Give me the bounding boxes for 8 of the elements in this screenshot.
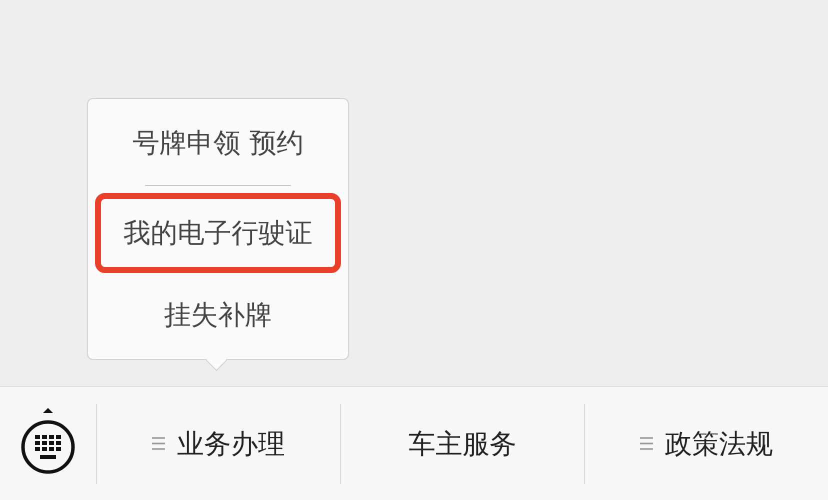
list-icon	[152, 436, 165, 451]
menu-item[interactable]: 我的电子行驶证	[95, 193, 341, 274]
menu-item[interactable]: 号牌申领 预约	[124, 108, 312, 177]
list-icon	[640, 436, 653, 451]
menu-item[interactable]: 挂失补牌	[156, 281, 280, 350]
menu-tab[interactable]: 业务办理	[96, 404, 340, 484]
menu-tab[interactable]: 车主服务	[340, 404, 584, 484]
menu-tab[interactable]: 政策法规	[584, 404, 828, 484]
